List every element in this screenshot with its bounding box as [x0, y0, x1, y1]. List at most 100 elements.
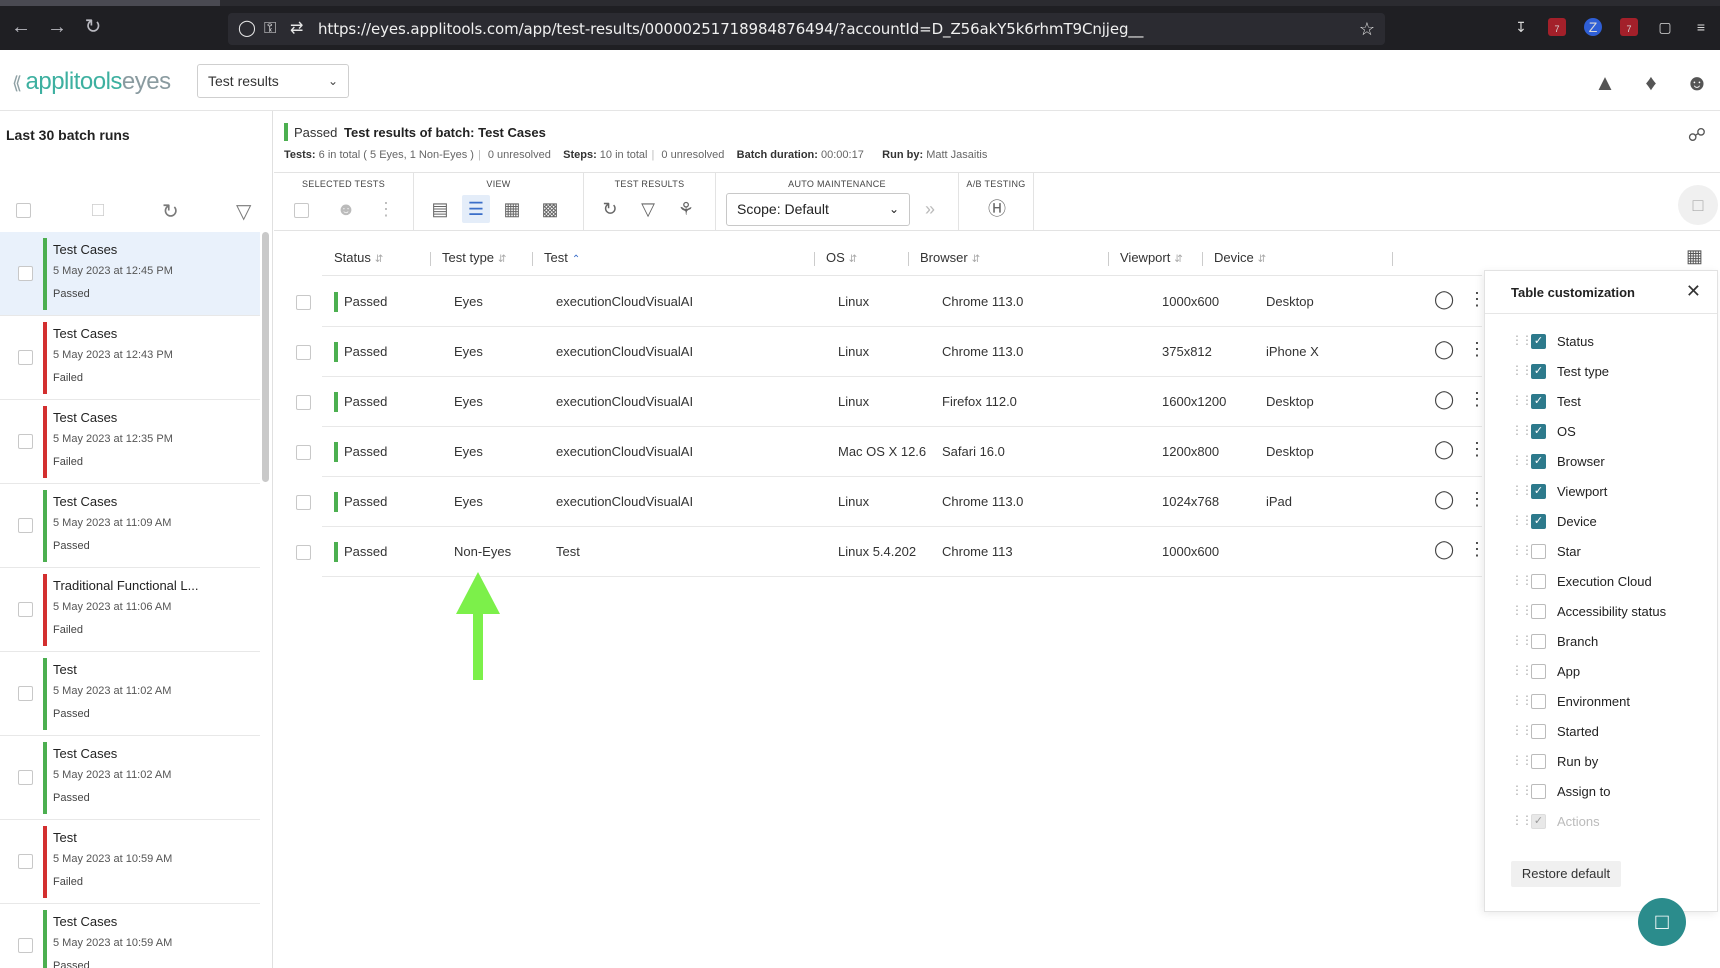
row-checkbox[interactable]: [296, 395, 311, 410]
batch-item[interactable]: Test Cases 5 May 2023 at 12:43 PM Failed: [0, 316, 260, 400]
menu-icon[interactable]: ≡: [1692, 18, 1710, 36]
col-divider[interactable]: [908, 252, 909, 266]
refresh-icon[interactable]: ↻: [162, 199, 179, 224]
column-option-checkbox[interactable]: [1531, 664, 1546, 679]
grid-view-icon[interactable]: ▦: [498, 195, 526, 223]
ab-testing-icon[interactable]: Ⓗ: [983, 195, 1011, 223]
batch-checkbox[interactable]: [18, 350, 33, 365]
restore-default-button[interactable]: Restore default: [1511, 861, 1621, 887]
col-header-device[interactable]: Device ⇵: [1214, 250, 1266, 265]
details-view-icon[interactable]: ▩: [536, 195, 564, 223]
permissions-icon[interactable]: ⇄: [290, 13, 303, 45]
row-checkbox[interactable]: [296, 545, 311, 560]
cell-test[interactable]: executionCloudVisualAI: [556, 344, 693, 359]
batch-checkbox[interactable]: [18, 854, 33, 869]
column-option[interactable]: ⋮⋮ Branch: [1511, 631, 1711, 653]
table-row[interactable]: Passed Eyes executionCloudVisualAI Linux…: [296, 377, 1486, 427]
batch-item[interactable]: Test Cases 5 May 2023 at 12:35 PM Failed: [0, 400, 260, 484]
col-divider[interactable]: [1108, 252, 1109, 266]
batch-item[interactable]: Test Cases 5 May 2023 at 11:02 AM Passed: [0, 736, 260, 820]
drag-handle-icon[interactable]: ⋮⋮: [1511, 663, 1533, 677]
batch-checkbox[interactable]: [18, 434, 33, 449]
page-select-dropdown[interactable]: Test results ⌄: [197, 64, 349, 98]
drag-handle-icon[interactable]: ⋮⋮: [1511, 693, 1533, 707]
select-all-tests-checkbox[interactable]: [294, 203, 309, 218]
back-icon[interactable]: ←: [8, 14, 34, 40]
close-icon[interactable]: ✕: [1686, 281, 1701, 302]
share-icon[interactable]: ☍: [1688, 125, 1706, 146]
column-option[interactable]: ⋮⋮ Accessibility status: [1511, 601, 1711, 623]
refresh-results-icon[interactable]: ↻: [596, 195, 624, 223]
list-view-icon[interactable]: ☰: [462, 195, 490, 223]
batch-checkbox[interactable]: [18, 686, 33, 701]
col-header-test-type[interactable]: Test type ⇵: [442, 250, 506, 265]
lock-icon[interactable]: ⚿: [264, 13, 276, 45]
column-option[interactable]: ⋮⋮ ✓ Test type: [1511, 361, 1711, 383]
row-checkbox[interactable]: [296, 345, 311, 360]
scope-dropdown[interactable]: Scope: Default ⌄: [726, 193, 910, 226]
comment-icon[interactable]: ◯: [1434, 339, 1454, 360]
column-option-checkbox[interactable]: ✓: [1531, 364, 1546, 379]
batch-item[interactable]: Test 5 May 2023 at 11:02 AM Passed: [0, 652, 260, 736]
extension-z-icon[interactable]: Z: [1584, 18, 1602, 36]
drag-handle-icon[interactable]: ⋮⋮: [1511, 513, 1533, 527]
column-option[interactable]: ⋮⋮ ✓ Status: [1511, 331, 1711, 353]
drag-handle-icon[interactable]: ⋮⋮: [1511, 783, 1533, 797]
forward-icon[interactable]: →: [44, 14, 70, 40]
batch-item[interactable]: Test 5 May 2023 at 10:59 AM Failed: [0, 820, 260, 904]
batch-checkbox[interactable]: [18, 770, 33, 785]
table-row[interactable]: Passed Non-Eyes Test Linux 5.4.202 Chrom…: [296, 527, 1486, 577]
graduation-cap-icon[interactable]: ▲: [1592, 70, 1618, 96]
col-header-status[interactable]: Status ⇵: [334, 250, 383, 265]
batch-item[interactable]: Test Cases 5 May 2023 at 11:09 AM Passed: [0, 484, 260, 568]
drag-handle-icon[interactable]: ⋮⋮: [1511, 453, 1533, 467]
group-by-icon[interactable]: ⚘: [672, 195, 700, 223]
column-option[interactable]: ⋮⋮ Started: [1511, 721, 1711, 743]
cell-test[interactable]: executionCloudVisualAI: [556, 494, 693, 509]
drag-handle-icon[interactable]: ⋮⋮: [1511, 813, 1533, 827]
batch-item[interactable]: Traditional Functional L... 5 May 2023 a…: [0, 568, 260, 652]
drag-handle-icon[interactable]: ⋮⋮: [1511, 603, 1533, 617]
reload-icon[interactable]: ↻: [80, 14, 106, 40]
table-row[interactable]: Passed Eyes executionCloudVisualAI Mac O…: [296, 427, 1486, 477]
column-option-checkbox[interactable]: [1531, 694, 1546, 709]
column-option-checkbox[interactable]: [1531, 634, 1546, 649]
column-option-checkbox[interactable]: [1531, 784, 1546, 799]
drag-handle-icon[interactable]: ⋮⋮: [1511, 363, 1533, 377]
col-divider[interactable]: [532, 252, 533, 266]
drag-handle-icon[interactable]: ⋮⋮: [1511, 573, 1533, 587]
drag-handle-icon[interactable]: ⋮⋮: [1511, 723, 1533, 737]
column-option-checkbox[interactable]: [1531, 724, 1546, 739]
column-option[interactable]: ⋮⋮ Assign to: [1511, 781, 1711, 803]
batch-item[interactable]: Test Cases 5 May 2023 at 10:59 AM Passed: [0, 904, 260, 968]
comment-icon[interactable]: ◯: [1434, 389, 1454, 410]
download-icon[interactable]: ↧: [1512, 18, 1530, 36]
column-option-checkbox[interactable]: ✓: [1531, 454, 1546, 469]
column-option-checkbox[interactable]: [1531, 754, 1546, 769]
col-divider[interactable]: [1392, 252, 1393, 266]
cell-test[interactable]: Test: [556, 544, 580, 559]
column-option[interactable]: ⋮⋮ ✓ OS: [1511, 421, 1711, 443]
col-header-browser[interactable]: Browser ⇵: [920, 250, 980, 265]
batch-checkbox[interactable]: [18, 938, 33, 953]
chat-icon[interactable]: □: [1638, 898, 1686, 946]
drag-handle-icon[interactable]: ⋮⋮: [1511, 633, 1533, 647]
cell-test[interactable]: executionCloudVisualAI: [556, 294, 693, 309]
cell-test[interactable]: executionCloudVisualAI: [556, 394, 693, 409]
batch-checkbox[interactable]: [18, 518, 33, 533]
sidebar-scrollbar[interactable]: [262, 232, 269, 482]
table-settings-icon[interactable]: ▦: [1686, 246, 1703, 267]
more-options-icon[interactable]: ⋮: [372, 195, 400, 223]
column-option-checkbox[interactable]: [1531, 604, 1546, 619]
bar-chart-view-icon[interactable]: ▤: [426, 195, 454, 223]
auto-maintenance-run-icon[interactable]: »: [916, 195, 944, 223]
col-header-test[interactable]: Test ⌃: [544, 250, 580, 265]
column-option[interactable]: ⋮⋮ ✓ Device: [1511, 511, 1711, 533]
comment-icon[interactable]: ◯: [1434, 289, 1454, 310]
column-option-checkbox[interactable]: ✓: [1531, 514, 1546, 529]
column-option-checkbox[interactable]: ✓: [1531, 334, 1546, 349]
applitools-logo[interactable]: ⟪ applitoolseyes: [12, 68, 171, 96]
drag-handle-icon[interactable]: ⋮⋮: [1511, 483, 1533, 497]
column-option-checkbox[interactable]: ✓: [1531, 424, 1546, 439]
column-option[interactable]: ⋮⋮ ✓ Actions: [1511, 811, 1711, 833]
